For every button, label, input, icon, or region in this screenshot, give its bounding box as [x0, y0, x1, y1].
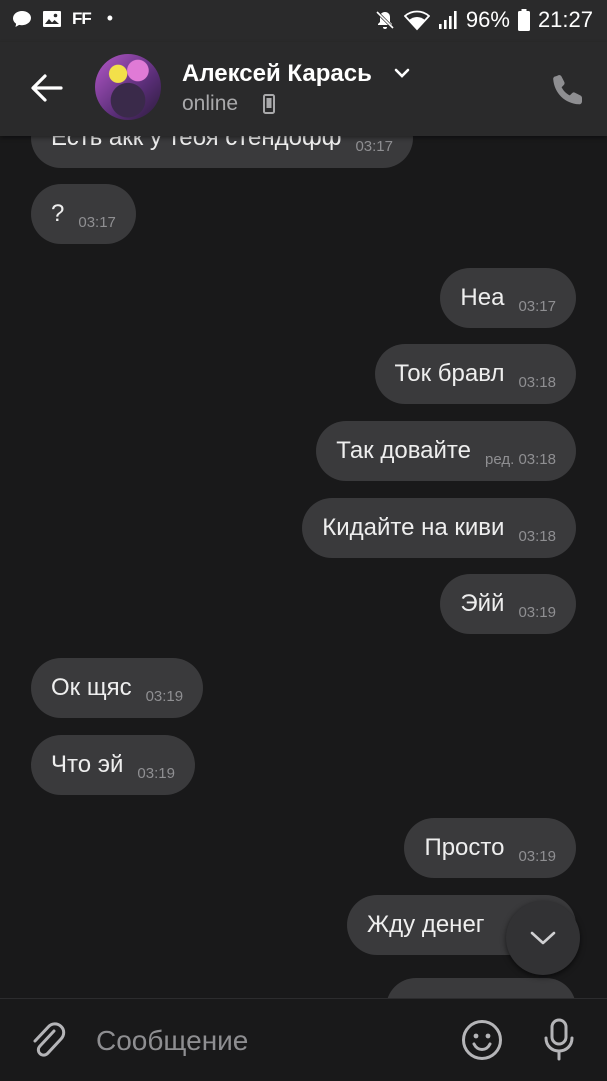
- message-text: Ток бравл: [394, 360, 505, 387]
- message-time: 03:18: [518, 527, 556, 545]
- message-bubble-outgoing[interactable]: Ток бравл 03:18: [374, 344, 576, 404]
- emoji-icon[interactable]: [461, 1019, 503, 1061]
- message-text: Эйй: [460, 590, 505, 617]
- microphone-icon[interactable]: [541, 1018, 577, 1062]
- message-bubble-outgoing[interactable]: Эйй 03:19: [440, 574, 576, 634]
- contact-avatar[interactable]: [95, 54, 161, 120]
- message-bubble-outgoing[interactable]: Так довайте ред. 03:18: [316, 421, 576, 481]
- message-time: 03:18: [518, 373, 556, 391]
- chevron-down-icon: [530, 931, 556, 945]
- clock: 21:27: [537, 7, 593, 32]
- notification-dot: •: [106, 8, 114, 28]
- chevron-down-icon[interactable]: [394, 68, 410, 80]
- message-text: ?: [51, 200, 65, 227]
- message-text: Ок щяс: [51, 674, 132, 701]
- message-bubble-outgoing[interactable]: Неа 03:17: [440, 268, 576, 328]
- call-icon[interactable]: [550, 72, 586, 108]
- contact-name[interactable]: Алексей Карась: [182, 60, 372, 88]
- message-time: 03:17: [518, 297, 556, 315]
- message-time: 03:19: [518, 603, 556, 621]
- signal-icon: [438, 11, 457, 29]
- message-time: 03:19: [518, 847, 556, 865]
- presence-status: online: [182, 92, 239, 115]
- message-composer: Сообщение: [0, 998, 607, 1081]
- message-bubble-outgoing[interactable]: Просто 03:19: [404, 818, 576, 878]
- message-bubble-incoming[interactable]: ? 03:17: [31, 184, 136, 244]
- message-time: 03:17: [355, 137, 393, 155]
- chat-notification-icon: [13, 10, 31, 27]
- mobile-device-icon: [263, 94, 275, 114]
- status-bar: FF • 96% 21:27: [0, 0, 607, 42]
- message-input[interactable]: Сообщение: [96, 1025, 248, 1057]
- message-time: 03:17: [78, 213, 116, 231]
- message-text: Кидайте на киви: [322, 514, 505, 541]
- message-time: 03:19: [137, 764, 175, 782]
- wifi-icon: [403, 10, 430, 31]
- back-arrow-icon[interactable]: [26, 68, 66, 108]
- battery-icon: [517, 9, 530, 31]
- message-text: Просто: [424, 834, 505, 861]
- battery-percent: 96%: [465, 7, 510, 32]
- paperclip-icon[interactable]: [28, 1019, 66, 1061]
- message-text: Неа: [460, 284, 505, 311]
- gallery-notification-icon: [43, 10, 61, 27]
- chat-header: Алексей Карась online: [0, 42, 607, 136]
- message-text: Так довайте: [336, 437, 472, 464]
- message-bubble-outgoing[interactable]: Кидайте на киви 03:18: [302, 498, 576, 558]
- message-bubble-incoming[interactable]: Что эй 03:19: [31, 735, 195, 795]
- message-text: Жду денег: [367, 911, 485, 938]
- mute-icon: [375, 10, 394, 30]
- ff-app-indicator: FF: [72, 8, 92, 28]
- message-time-edited: ред. 03:18: [485, 450, 556, 468]
- message-bubble-incoming[interactable]: Ок щяс 03:19: [31, 658, 204, 718]
- message-time: 03:19: [145, 687, 184, 705]
- scroll-to-bottom-button[interactable]: [506, 901, 580, 975]
- message-text: Что эй: [51, 751, 124, 778]
